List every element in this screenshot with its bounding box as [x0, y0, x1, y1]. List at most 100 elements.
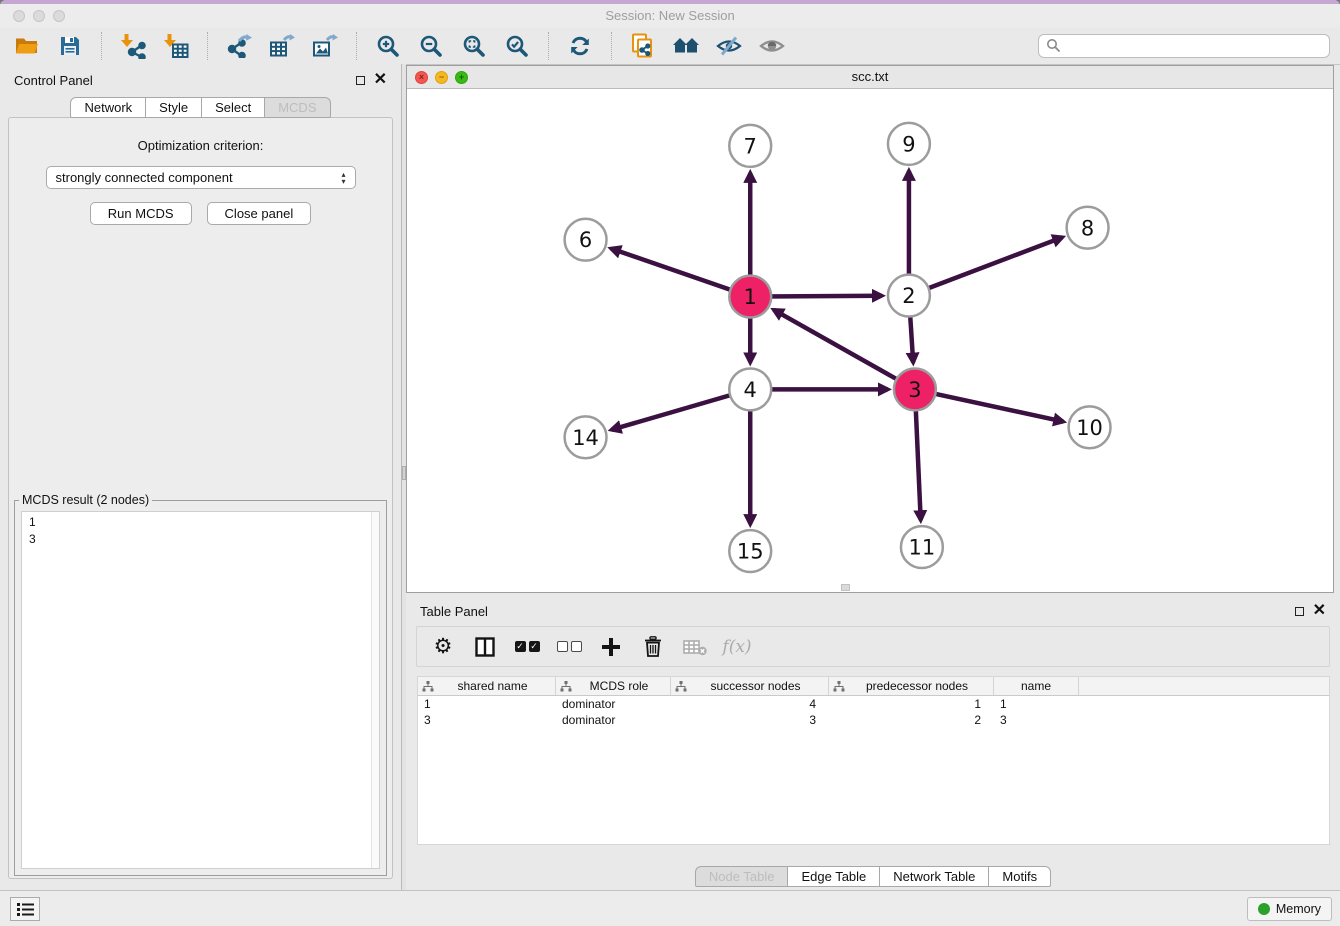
graph-edge-2-8[interactable]	[909, 237, 1062, 295]
close-panel-button[interactable]: Close panel	[207, 202, 312, 225]
tab-select[interactable]: Select	[202, 97, 265, 118]
tab-node-table[interactable]: Node Table	[695, 866, 789, 887]
minimize-window-button[interactable]	[33, 10, 45, 22]
result-line: 1	[29, 514, 372, 531]
bird-eye-view-icon[interactable]	[753, 31, 791, 61]
network-canvas[interactable]: 1 2 3 4 6 7 8 9 10 11 14 15	[407, 89, 1333, 592]
network-close-button[interactable]: ×	[415, 71, 428, 84]
table-panel-tabs: Node Table Edge Table Network Table Moti…	[406, 866, 1340, 887]
criterion-dropdown[interactable]: strongly connected component ▴▾	[46, 166, 356, 189]
tab-style[interactable]: Style	[146, 97, 202, 118]
network-zoom-button[interactable]: +	[455, 71, 468, 84]
table-header-row: shared name MCDS role successor nodes pr…	[418, 677, 1329, 696]
column-header-successor-nodes[interactable]: successor nodes	[671, 677, 829, 695]
cell-name: 3	[994, 713, 1079, 727]
float-panel-icon[interactable]	[356, 76, 365, 85]
column-header-name[interactable]: name	[994, 677, 1079, 695]
graph-node-1[interactable]: 1	[729, 276, 771, 318]
zoom-window-button[interactable]	[53, 10, 65, 22]
column-header-shared-name[interactable]: shared name	[418, 677, 556, 695]
tab-network[interactable]: Network	[70, 97, 146, 118]
graph-edge-3-1[interactable]	[774, 310, 915, 390]
graph-node-2[interactable]: 2	[888, 275, 930, 317]
table-settings-icon[interactable]: ⚙	[426, 632, 460, 662]
add-column-icon[interactable]	[594, 632, 628, 662]
graph-node-14[interactable]: 14	[565, 416, 607, 458]
select-all-columns-icon[interactable]: ✓✓	[510, 632, 544, 662]
delete-column-icon[interactable]	[636, 632, 670, 662]
zoom-in-icon[interactable]	[369, 31, 407, 61]
tab-edge-table[interactable]: Edge Table	[788, 866, 880, 887]
hide-details-icon[interactable]	[710, 31, 748, 61]
task-history-button[interactable]	[10, 897, 40, 921]
tree-icon	[833, 681, 845, 692]
export-table-icon[interactable]	[263, 31, 301, 61]
network-minimize-button[interactable]: −	[435, 71, 448, 84]
function-builder-icon: f(x)	[720, 632, 754, 662]
zoom-selected-icon[interactable]	[498, 31, 536, 61]
control-panel-title: Control Panel	[14, 73, 93, 88]
mcds-result-text[interactable]: 1 3	[21, 511, 380, 869]
graph-node-15[interactable]: 15	[729, 530, 771, 572]
control-panel-tabs: Network Style Select MCDS	[0, 97, 401, 118]
dropdown-stepper-icon: ▴▾	[341, 171, 345, 185]
zoom-fit-icon[interactable]	[455, 31, 493, 61]
tab-network-table[interactable]: Network Table	[880, 866, 989, 887]
graph-node-9[interactable]: 9	[888, 123, 930, 165]
titlebar: Session: New Session	[0, 4, 1340, 28]
zoom-out-icon[interactable]	[412, 31, 450, 61]
close-window-button[interactable]	[13, 10, 25, 22]
run-mcds-button[interactable]: Run MCDS	[90, 202, 192, 225]
cell-shared-name: 3	[418, 713, 556, 727]
close-panel-icon[interactable]: ✕	[374, 74, 387, 86]
graph-node-6[interactable]: 6	[565, 219, 607, 261]
node-table[interactable]: shared name MCDS role successor nodes pr…	[417, 676, 1330, 845]
result-line: 3	[29, 531, 372, 548]
column-header-predecessor-nodes[interactable]: predecessor nodes	[829, 677, 994, 695]
search-input[interactable]	[1065, 36, 1322, 56]
save-session-icon[interactable]	[51, 31, 89, 61]
tab-motifs[interactable]: Motifs	[989, 866, 1051, 887]
cell-predecessor-nodes: 1	[829, 697, 994, 711]
graph-edge-3-10[interactable]	[915, 389, 1063, 421]
main-toolbar	[0, 28, 1340, 65]
table-row[interactable]: 3 dominator 3 2 3	[418, 712, 1329, 728]
close-panel-icon[interactable]: ✕	[1313, 605, 1326, 617]
graph-node-7[interactable]: 7	[729, 125, 771, 167]
graph-node-8[interactable]: 8	[1067, 207, 1109, 249]
result-scrollbar[interactable]	[371, 512, 379, 868]
memory-button[interactable]: Memory	[1247, 897, 1332, 921]
graph-node-10[interactable]: 10	[1069, 406, 1111, 448]
export-network-icon[interactable]	[220, 31, 258, 61]
float-panel-icon[interactable]	[1295, 607, 1304, 616]
svg-text:7: 7	[744, 134, 757, 158]
first-neighbors-icon[interactable]	[667, 31, 705, 61]
column-header-mcds-role[interactable]: MCDS role	[556, 677, 671, 695]
unselect-all-columns-icon[interactable]	[552, 632, 586, 662]
duplicate-network-icon[interactable]	[624, 31, 662, 61]
memory-status-icon	[1258, 903, 1270, 915]
import-network-icon[interactable]	[114, 31, 152, 61]
toolbar-separator	[548, 32, 549, 60]
import-table-icon[interactable]	[157, 31, 195, 61]
network-window-titlebar[interactable]: × − + scc.txt	[407, 66, 1333, 89]
svg-text:10: 10	[1076, 416, 1103, 440]
toggle-panel-icon[interactable]	[468, 632, 502, 662]
table-row[interactable]: 1 dominator 4 1 1	[418, 696, 1329, 712]
svg-text:4: 4	[744, 378, 757, 402]
tab-mcds[interactable]: MCDS	[265, 97, 330, 118]
open-file-icon[interactable]	[8, 31, 46, 61]
cell-successor-nodes: 4	[671, 697, 829, 711]
graph-node-3[interactable]: 3	[894, 368, 936, 410]
toolbar-separator	[207, 32, 208, 60]
criterion-value: strongly connected component	[56, 170, 233, 185]
network-graph[interactable]: 1 2 3 4 6 7 8 9 10 11 14 15	[407, 89, 1333, 592]
export-image-icon[interactable]	[306, 31, 344, 61]
graph-node-11[interactable]: 11	[901, 526, 943, 568]
refresh-layout-icon[interactable]	[561, 31, 599, 61]
canvas-scrollbar-thumb[interactable]	[841, 584, 850, 591]
search-box[interactable]	[1038, 34, 1330, 58]
graph-node-4[interactable]: 4	[729, 368, 771, 410]
svg-text:11: 11	[909, 536, 936, 560]
network-window-title: scc.txt	[407, 66, 1333, 88]
